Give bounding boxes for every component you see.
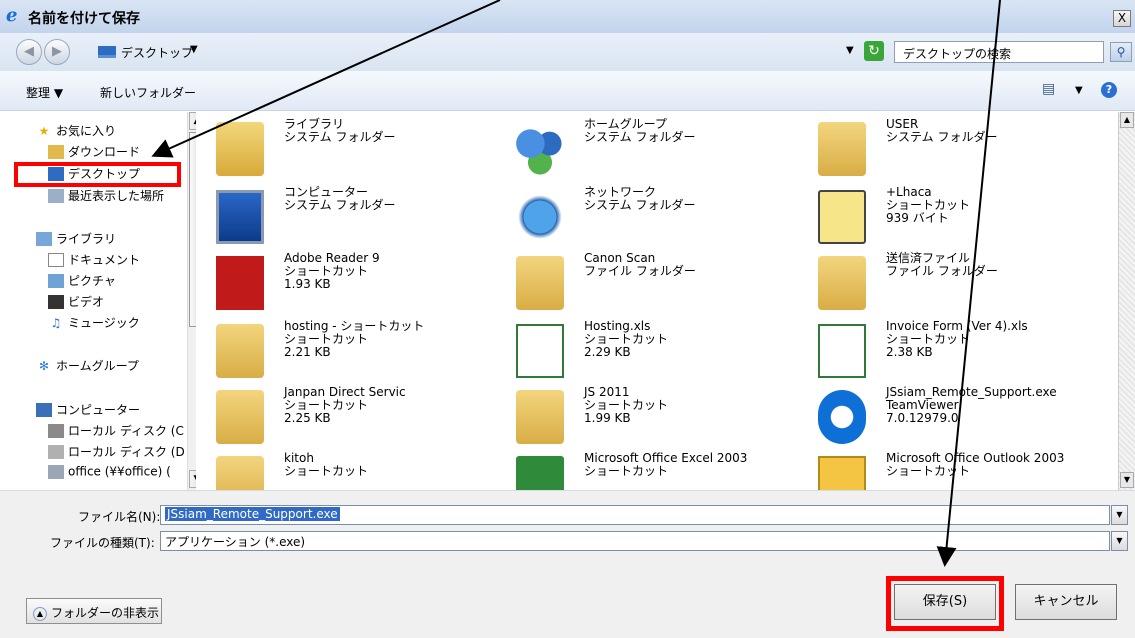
annotation-arrows [151,0,1001,567]
arrow-to-save [936,0,1001,567]
arrow-to-desktop [151,0,501,158]
